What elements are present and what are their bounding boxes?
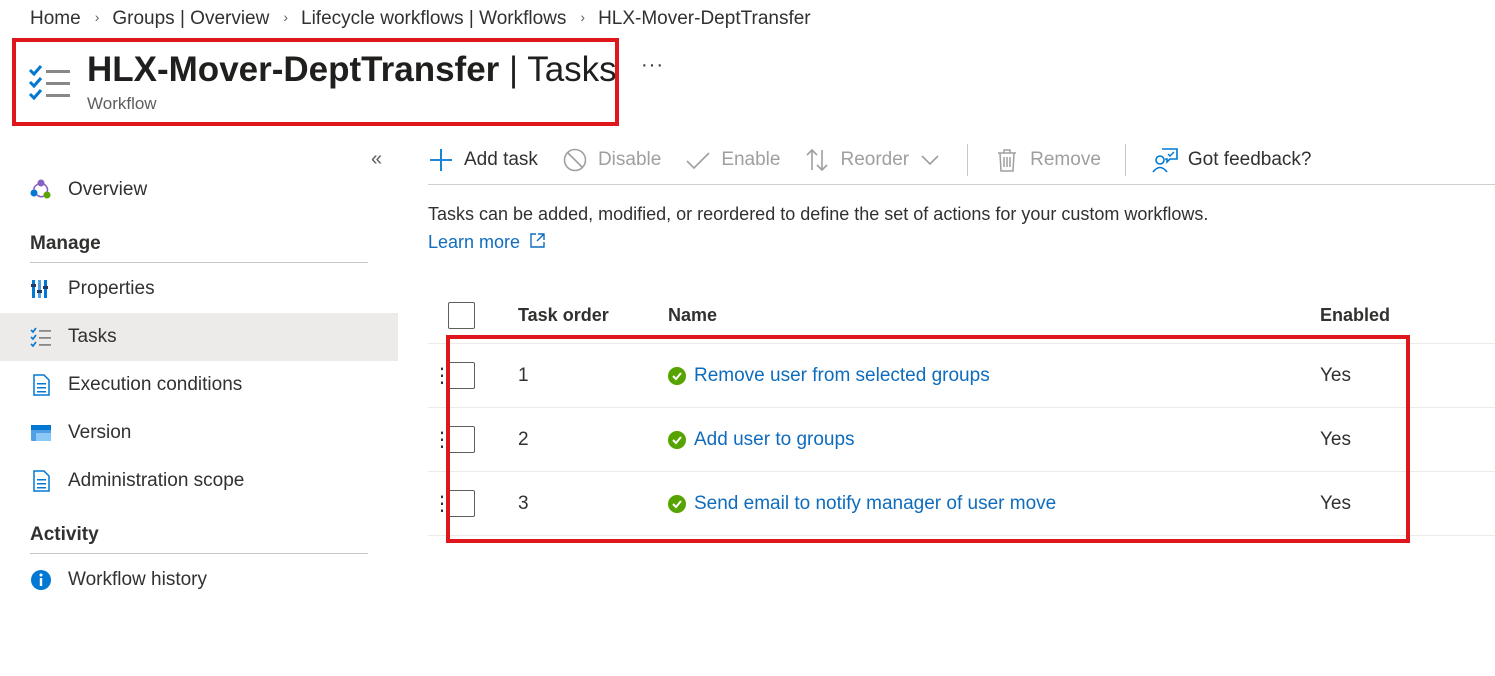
enable-label: Enable — [721, 149, 781, 170]
workflow-name: HLX-Mover-DeptTransfer — [87, 50, 500, 89]
sidebar-item-workflow-history[interactable]: Workflow history — [0, 556, 398, 604]
page-name: | Tasks — [499, 50, 617, 89]
table-row[interactable]: ⋮ 2 Add user to groups Yes — [428, 408, 1495, 472]
column-header-task-order[interactable]: Task order — [518, 305, 609, 326]
task-enabled: Yes — [1320, 492, 1351, 514]
block-icon — [562, 147, 588, 173]
trash-icon — [994, 147, 1020, 173]
page-title: HLX-Mover-DeptTransfer | Tasks — [87, 50, 617, 90]
checkmark-icon — [685, 147, 711, 173]
task-name-link[interactable]: Remove user from selected groups — [694, 365, 990, 387]
toolbar-separator — [1124, 144, 1126, 176]
sidebar-item-label: Version — [68, 422, 132, 443]
task-name-link[interactable]: Send email to notify manager of user mov… — [694, 493, 1056, 515]
page-subtitle: Workflow — [87, 94, 157, 113]
toolbar-separator — [967, 144, 969, 176]
task-enabled: Yes — [1320, 364, 1351, 386]
manage-heading: Manage — [30, 233, 101, 254]
reorder-icon — [804, 147, 830, 173]
breadcrumb-lifecycle-workflows[interactable]: Lifecycle workflows | Workflows — [301, 8, 566, 30]
breadcrumb-groups-overview[interactable]: Groups | Overview — [112, 8, 269, 30]
divider — [30, 262, 368, 263]
sidebar-item-label: Workflow history — [68, 569, 208, 590]
chevron-down-icon — [917, 147, 943, 173]
column-header-name[interactable]: Name — [668, 305, 717, 326]
task-list-icon — [30, 326, 52, 348]
remove-label: Remove — [1030, 149, 1101, 170]
chevron-right-icon: › — [94, 9, 100, 25]
sidebar-item-execution-conditions[interactable]: Execution conditions — [0, 361, 398, 409]
command-bar: Add task Disable Enable Reorder Remove G… — [428, 136, 1495, 185]
add-task-button[interactable]: Add task — [428, 147, 538, 173]
more-options-button[interactable]: ··· — [641, 54, 664, 77]
row-checkbox[interactable] — [448, 362, 475, 389]
feedback-icon — [1152, 147, 1178, 173]
feedback-button[interactable]: Got feedback? — [1152, 147, 1312, 173]
task-order: 2 — [518, 428, 529, 450]
sidebar-item-label: Tasks — [68, 326, 117, 347]
plus-icon — [428, 147, 454, 173]
task-name-link[interactable]: Add user to groups — [694, 429, 855, 451]
row-checkbox[interactable] — [448, 426, 475, 453]
task-order: 1 — [518, 364, 529, 386]
sidebar-item-label: Execution conditions — [68, 374, 243, 395]
table-row[interactable]: ⋮ 1 Remove user from selected groups Yes — [428, 344, 1495, 408]
sidebar-item-label: Properties — [68, 278, 155, 299]
task-list-icon — [28, 62, 72, 102]
reorder-label: Reorder — [840, 149, 910, 170]
info-icon — [30, 569, 52, 591]
overview-icon — [30, 179, 52, 201]
learn-more-link[interactable]: Learn more — [428, 232, 545, 253]
version-icon — [30, 422, 52, 444]
document-icon — [30, 374, 52, 396]
table-row[interactable]: ⋮ 3 Send email to notify manager of user… — [428, 472, 1495, 536]
task-name-cell: Remove user from selected groups — [668, 365, 990, 387]
chevron-right-icon: › — [580, 9, 586, 25]
chevron-right-icon: › — [283, 9, 289, 25]
disable-button[interactable]: Disable — [562, 147, 661, 173]
page-description: Tasks can be added, modified, or reorder… — [428, 204, 1209, 224]
sidebar-item-overview[interactable]: Overview — [0, 166, 398, 214]
success-check-icon — [668, 430, 686, 449]
table-header: Task order Name Enabled — [428, 288, 1495, 344]
tasks-table: Task order Name Enabled ⋮ 1 Remove user … — [428, 288, 1495, 536]
task-name-cell: Send email to notify manager of user mov… — [668, 493, 1056, 515]
learn-more-label: Learn more — [428, 232, 521, 252]
select-all-checkbox[interactable] — [448, 302, 475, 329]
external-link-icon — [530, 232, 545, 253]
sidebar-item-administration-scope[interactable]: Administration scope — [0, 457, 398, 505]
title-block: HLX-Mover-DeptTransfer | Tasks Workflow — [87, 50, 617, 114]
task-order: 3 — [518, 492, 529, 514]
sidebar-item-properties[interactable]: Properties — [0, 265, 398, 313]
column-header-enabled[interactable]: Enabled — [1320, 305, 1390, 326]
sidebar-item-version[interactable]: Version — [0, 409, 398, 457]
sidebar-item-tasks[interactable]: Tasks — [0, 313, 398, 361]
sidebar-item-label: Administration scope — [68, 470, 245, 491]
properties-icon — [30, 278, 52, 300]
success-check-icon — [668, 366, 686, 385]
breadcrumb-current: HLX-Mover-DeptTransfer — [598, 8, 811, 29]
row-checkbox[interactable] — [448, 490, 475, 517]
success-check-icon — [668, 494, 686, 513]
breadcrumb: Home › Groups | Overview › Lifecycle wor… — [30, 8, 811, 30]
document-icon — [30, 470, 52, 492]
divider — [30, 553, 368, 554]
page-header: HLX-Mover-DeptTransfer | Tasks Workflow — [28, 50, 617, 114]
sidebar-item-label: Overview — [68, 179, 148, 200]
reorder-button[interactable]: Reorder — [804, 147, 943, 173]
sidebar: Overview Manage Properties Tasks Executi… — [0, 166, 398, 604]
breadcrumb-home[interactable]: Home — [30, 8, 81, 30]
feedback-label: Got feedback? — [1187, 149, 1312, 170]
task-enabled: Yes — [1320, 428, 1351, 450]
add-task-label: Add task — [464, 149, 538, 170]
enable-button[interactable]: Enable — [685, 147, 780, 173]
disable-label: Disable — [597, 149, 662, 170]
remove-button[interactable]: Remove — [994, 147, 1101, 173]
task-name-cell: Add user to groups — [668, 429, 855, 451]
activity-heading: Activity — [30, 524, 99, 545]
